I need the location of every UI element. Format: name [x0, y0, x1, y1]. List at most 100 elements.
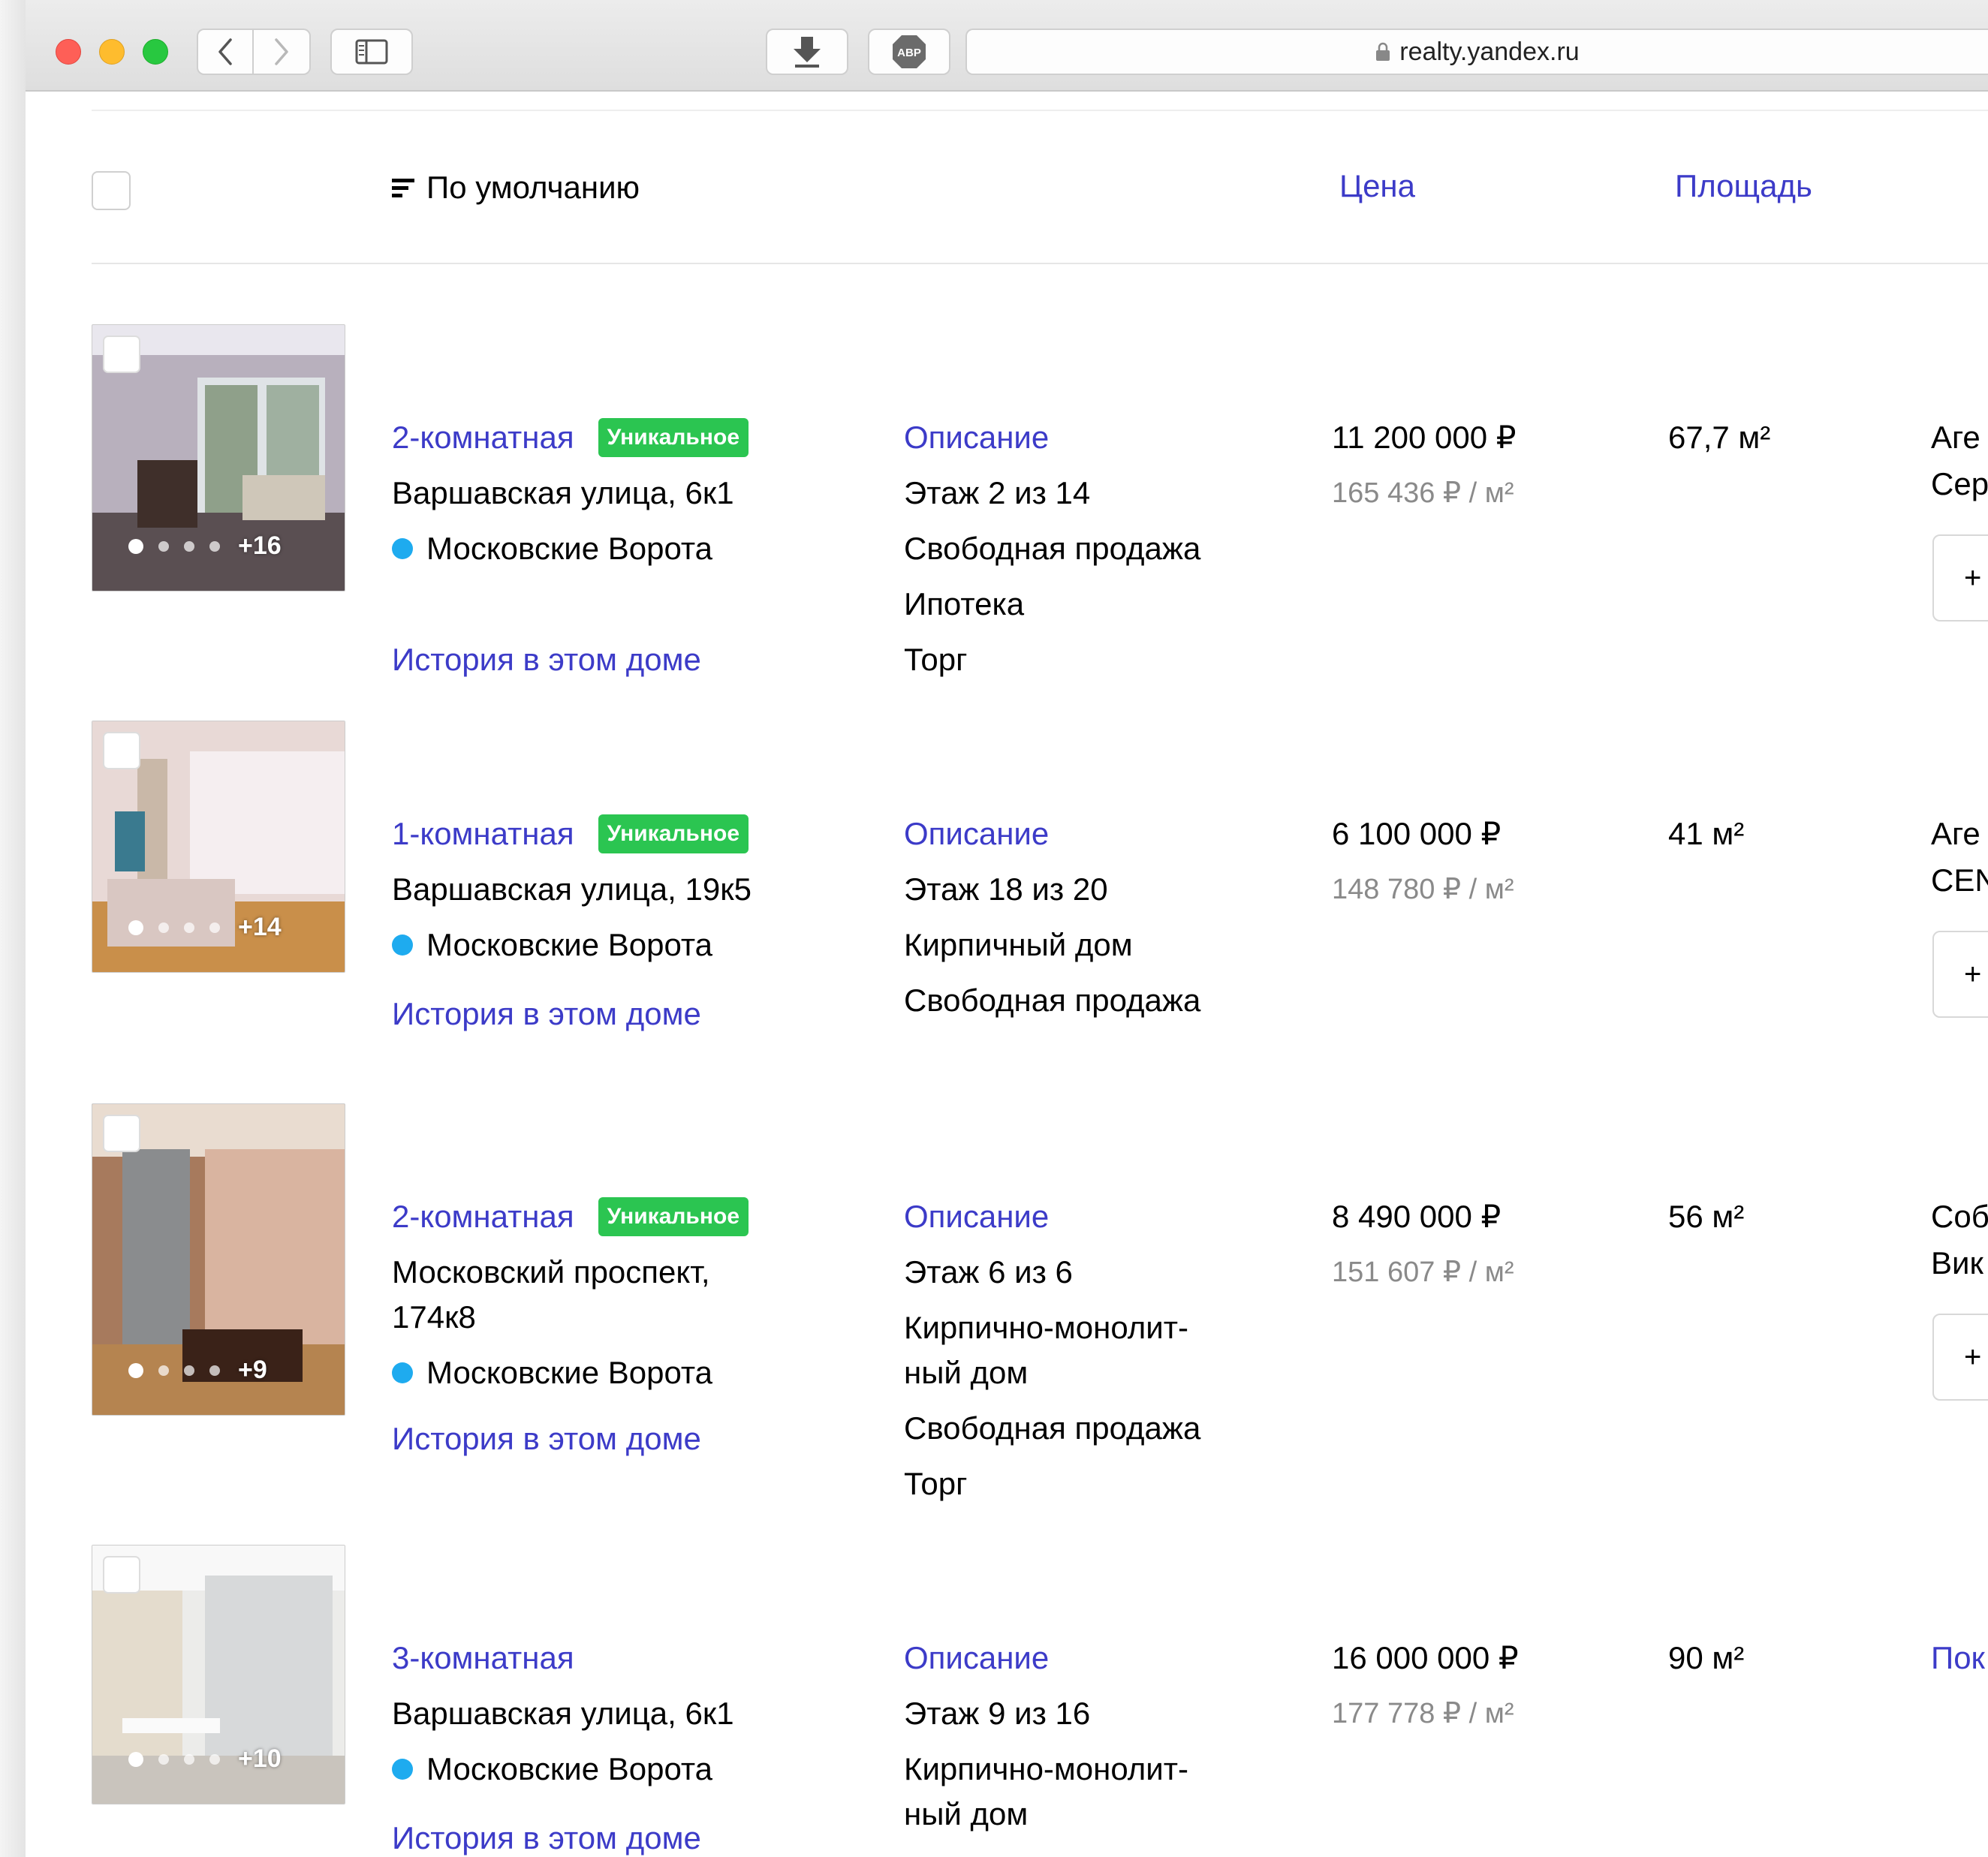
description-link[interactable]: Описание	[904, 410, 1279, 465]
price-value: 11 200 000 ₽	[1332, 420, 1517, 455]
listing-area: 56 м²	[1668, 1199, 1745, 1234]
listing-address-line2: 174к8	[392, 1299, 476, 1335]
sort-by-area-link[interactable]: Площадь	[1675, 168, 1812, 204]
address-bar[interactable]: realty.yandex.ru	[965, 29, 1988, 75]
svg-text:ABP: ABP	[897, 47, 921, 59]
listing-main-info: 2-комнатная Уникальное Московский проспе…	[392, 1189, 842, 1456]
history-navigation	[197, 29, 311, 75]
detail-building: Кирпично-монолит-	[904, 1751, 1188, 1786]
listing-details: Описание Этаж 2 из 14 Свободная продажа …	[904, 410, 1279, 688]
seller-info: Пок	[1931, 1635, 1988, 1681]
divider	[92, 110, 1988, 111]
metro-station: Московские Ворота	[392, 917, 842, 973]
seller-name: Вик	[1931, 1245, 1983, 1281]
sort-default-button[interactable]: По умолчанию	[392, 167, 640, 209]
description-link[interactable]: Описание	[904, 1630, 1279, 1686]
listing-photo[interactable]: +9	[92, 1103, 345, 1416]
house-history-link[interactable]: История в этом доме	[392, 632, 701, 688]
download-arrow-icon	[794, 37, 821, 68]
minimize-window-button[interactable]	[99, 39, 125, 65]
back-button[interactable]	[197, 29, 254, 75]
listing-checkbox[interactable]	[103, 732, 140, 769]
detail-sale-type: Свободная продажа	[904, 983, 1201, 1018]
seller-type: Аге	[1931, 816, 1980, 851]
chevron-left-icon	[218, 38, 232, 65]
photo-pager: +9	[128, 1356, 267, 1385]
price-value: 16 000 000 ₽	[1332, 1640, 1519, 1675]
forward-button[interactable]	[254, 29, 311, 75]
unique-badge: Уникальное	[598, 1197, 749, 1236]
seller-type[interactable]: Пок	[1931, 1635, 1988, 1681]
price-per-meter: 177 778 ₽ / м²	[1332, 1698, 1514, 1729]
metro-name: Московские Ворота	[426, 927, 713, 962]
listing-checkbox[interactable]	[103, 1556, 140, 1594]
photo-more-count: +9	[238, 1356, 267, 1384]
show-phone-button[interactable]: +	[1932, 534, 1988, 622]
seller-info: Аге Сер	[1931, 414, 1988, 507]
photo-more-count: +10	[238, 1744, 282, 1773]
detail-building-line2: ный дом	[904, 1796, 1029, 1831]
listing-area: 67,7 м²	[1668, 420, 1771, 455]
detail-bargain: Торг	[904, 642, 968, 677]
chevron-right-icon	[275, 38, 288, 65]
listing-price: 16 000 000 ₽ 177 778 ₽ / м²	[1332, 1630, 1632, 1741]
downloads-button[interactable]	[766, 29, 848, 75]
metro-name: Московские Ворота	[426, 531, 713, 566]
url-text: realty.yandex.ru	[1399, 37, 1580, 66]
seller-info: Аге CEN	[1931, 811, 1988, 904]
house-history-link[interactable]: История в этом доме	[392, 986, 701, 1042]
header-divider	[92, 263, 1988, 264]
listing-title-link[interactable]: 1-комнатная	[392, 806, 574, 862]
price-value: 8 490 000 ₽	[1332, 1199, 1502, 1234]
photo-pager: +10	[128, 1744, 282, 1774]
house-history-link[interactable]: История в этом доме	[392, 1810, 701, 1857]
sort-icon	[392, 178, 414, 197]
listing-address: Московский проспект,	[392, 1254, 710, 1290]
detail-floor: Этаж 9 из 16	[904, 1696, 1091, 1731]
detail-building-line2: ный дом	[904, 1355, 1029, 1390]
close-window-button[interactable]	[56, 39, 81, 65]
listing-photo[interactable]: +14	[92, 721, 345, 973]
detail-floor: Этаж 6 из 6	[904, 1254, 1073, 1290]
listing-main-info: 1-комнатная Уникальное Варшавская улица,…	[392, 806, 842, 1031]
listing-area: 41 м²	[1668, 816, 1745, 851]
photo-more-count: +16	[238, 531, 282, 560]
detail-mortgage: Ипотека	[904, 586, 1025, 622]
zoom-window-button[interactable]	[143, 39, 168, 65]
price-per-meter: 165 436 ₽ / м²	[1332, 477, 1514, 509]
metro-name: Московские Ворота	[426, 1751, 713, 1786]
listing-title-link[interactable]: 2-комнатная	[392, 1189, 574, 1245]
listing-title-link[interactable]: 3-комнатная	[392, 1630, 574, 1686]
sidebar-icon	[355, 39, 388, 65]
page-content: По умолчанию Цена Площадь +16 2-комнатна…	[26, 92, 1988, 1857]
seller-type: Аге	[1931, 420, 1980, 455]
listing-price: 8 490 000 ₽ 151 607 ₽ / м²	[1332, 1189, 1632, 1300]
listing-photo[interactable]: +10	[92, 1545, 345, 1804]
metro-station: Московские Ворота	[392, 1345, 842, 1401]
metro-dot-icon	[392, 1759, 413, 1780]
unique-badge: Уникальное	[598, 418, 749, 457]
select-all-checkbox[interactable]	[92, 171, 131, 210]
listing-address: Варшавская улица, 6к1	[392, 1696, 734, 1731]
price-per-meter: 151 607 ₽ / м²	[1332, 1257, 1514, 1288]
seller-type: Соб	[1931, 1199, 1988, 1234]
metro-station: Московские Ворота	[392, 521, 842, 576]
metro-dot-icon	[392, 935, 413, 956]
description-link[interactable]: Описание	[904, 806, 1279, 862]
adblock-button[interactable]: ABP	[868, 29, 950, 75]
listing-photo[interactable]: +16	[92, 324, 345, 591]
house-history-link[interactable]: История в этом доме	[392, 1411, 701, 1467]
seller-name: Сер	[1931, 466, 1988, 501]
sort-by-price-link[interactable]: Цена	[1339, 168, 1415, 204]
show-phone-button[interactable]: +	[1932, 1314, 1988, 1401]
metro-name: Московские Ворота	[426, 1355, 713, 1390]
price-per-meter: 148 780 ₽ / м²	[1332, 874, 1514, 905]
listing-checkbox[interactable]	[103, 1115, 140, 1152]
show-phone-button[interactable]: +	[1932, 931, 1988, 1018]
description-link[interactable]: Описание	[904, 1189, 1279, 1245]
detail-building: Кирпичный дом	[904, 927, 1133, 962]
listing-title-link[interactable]: 2-комнатная	[392, 410, 574, 465]
listing-checkbox[interactable]	[103, 336, 140, 373]
detail-sale-type: Свободная продажа	[904, 1842, 1279, 1857]
sidebar-toggle-button[interactable]	[330, 29, 413, 75]
